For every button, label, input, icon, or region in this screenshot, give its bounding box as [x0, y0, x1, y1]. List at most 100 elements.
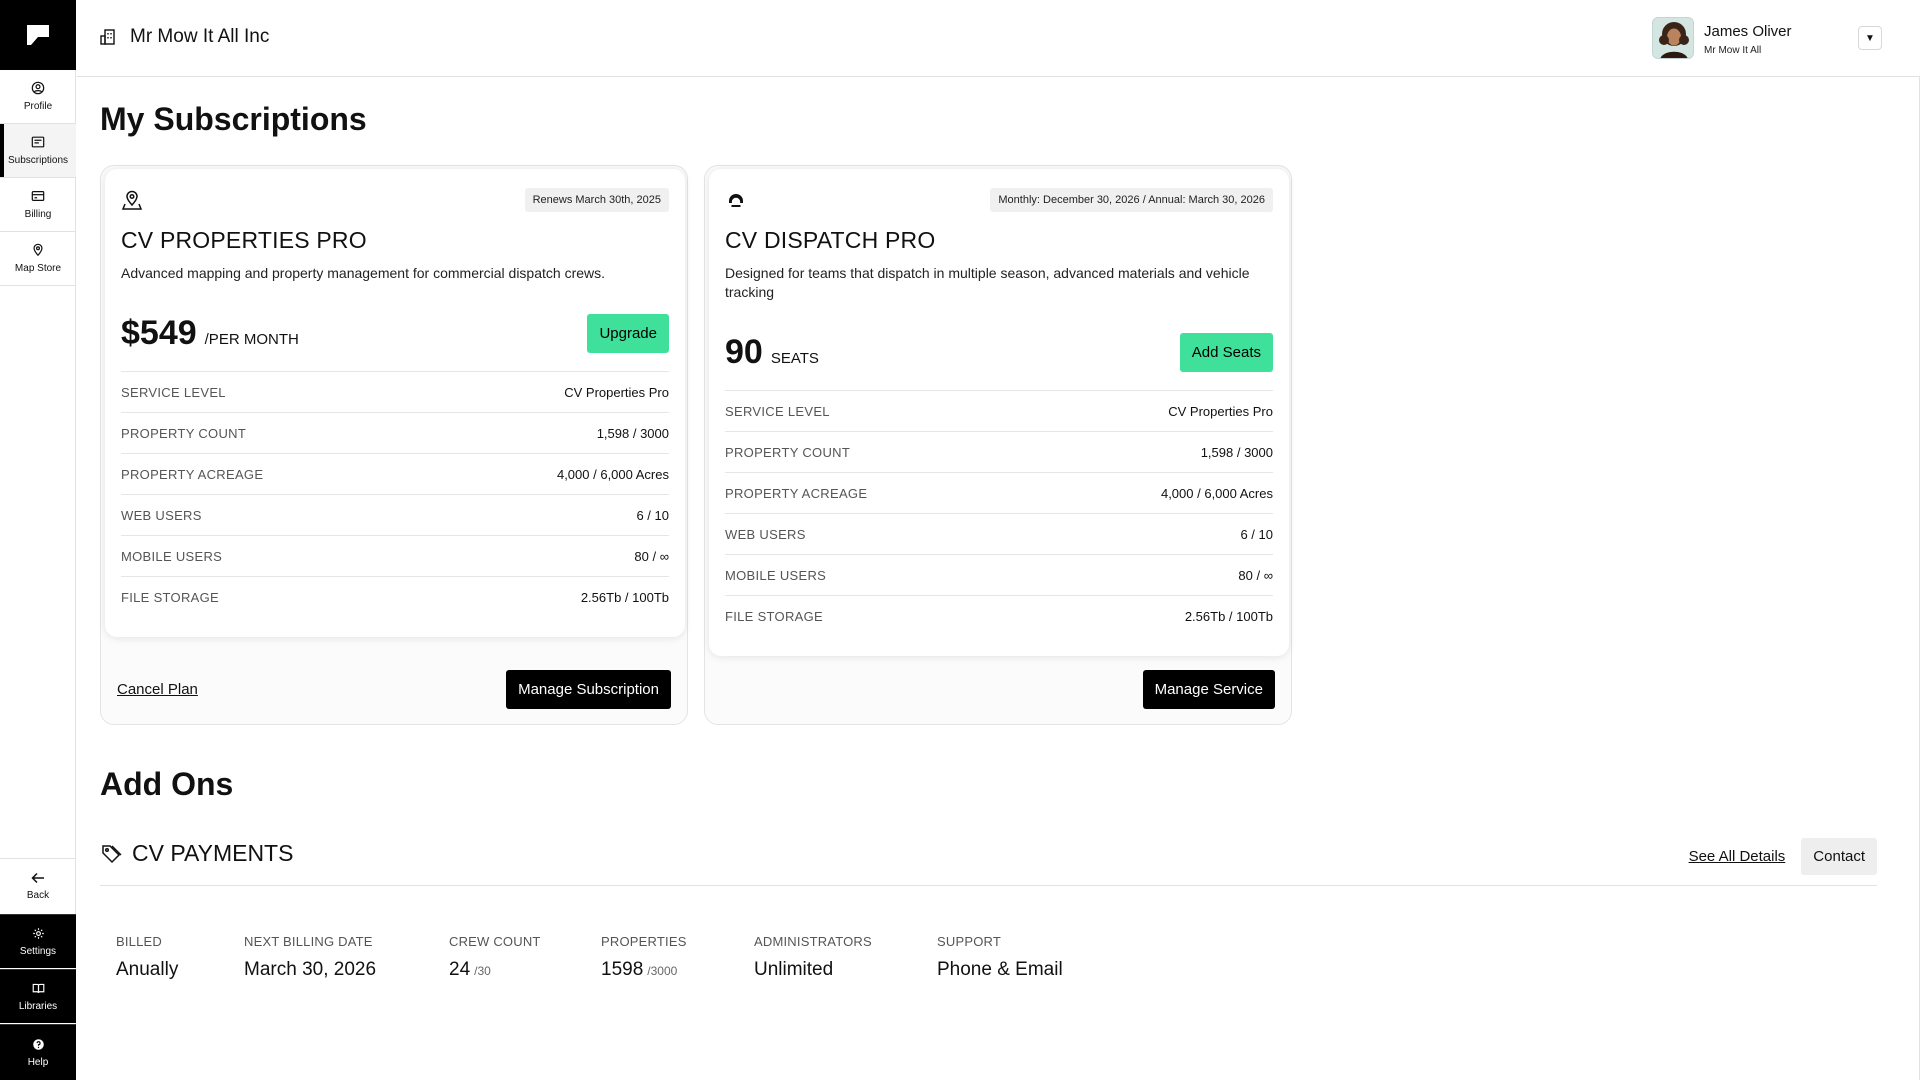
- subscription-title: CV PROPERTIES PRO: [121, 227, 367, 253]
- sidebar-item-label: Help: [27, 1056, 49, 1068]
- contact-button[interactable]: Contact: [1801, 838, 1877, 875]
- spec-key: WEB USERS: [725, 526, 806, 542]
- sidebar-item-subscriptions[interactable]: Subscriptions: [0, 124, 76, 178]
- spec-key: SERVICE LEVEL: [725, 403, 830, 419]
- sidebar-item-billing[interactable]: Billing: [0, 178, 76, 232]
- top-bar: Mr Mow It All Inc James Oliver Mr Mow It…: [77, 0, 1920, 77]
- addons-title: Add Ons: [100, 766, 234, 802]
- spec-value: 6 / 10: [1240, 526, 1273, 542]
- spec-row: FILE STORAGE 2.56Tb / 100Tb: [121, 576, 669, 617]
- spec-key: FILE STORAGE: [725, 608, 823, 624]
- spec-value: 4,000 / 6,000 Acres: [556, 466, 669, 482]
- addon-stat-billed: BILLED Anually: [116, 934, 178, 981]
- spec-key: WEB USERS: [121, 507, 202, 523]
- stat-label: ADMINISTRATORS: [754, 934, 872, 949]
- back-button[interactable]: Back: [0, 858, 76, 914]
- spec-list: SERVICE LEVEL CV Properties Pro PROPERTY …: [121, 371, 669, 617]
- upgrade-button[interactable]: Upgrade: [587, 313, 669, 353]
- subscription-description: Designed for teams that dispatch in mult…: [725, 265, 1250, 300]
- back-label: Back: [26, 890, 50, 901]
- user-menu[interactable]: James Oliver Mr Mow It All ▼: [1652, 17, 1882, 59]
- subscription-card-body: Renews March 30th, 2025 CV PROPERTIES PR…: [105, 169, 685, 637]
- sidebar-item-label: Settings: [19, 945, 57, 957]
- spec-row: SERVICE LEVEL CV Properties Pro: [121, 371, 669, 412]
- spec-value: 2.56Tb / 100Tb: [1184, 608, 1273, 624]
- spec-value: 2.56Tb / 100Tb: [580, 589, 669, 605]
- arrow-left-icon: [31, 872, 44, 884]
- spec-row: PROPERTY COUNT 1,598 / 3000: [725, 431, 1273, 472]
- spec-row: PROPERTY ACREAGE 4,000 / 6,000 Acres: [725, 472, 1273, 513]
- seat-unit: SEATS: [770, 349, 819, 367]
- addon-stat-support: SUPPORT Phone & Email: [937, 934, 1063, 981]
- building-icon: [100, 29, 115, 45]
- stat-value: 24: [449, 959, 471, 980]
- addon-stat-administrators: ADMINISTRATORS Unlimited: [754, 934, 872, 981]
- addon-stat-next-billing: NEXT BILLING DATE March 30, 2026: [244, 934, 376, 981]
- renewal-badge: Renews March 30th, 2025: [524, 188, 669, 212]
- sidebar-item-libraries[interactable]: Libraries: [0, 969, 76, 1023]
- sidebar-item-profile[interactable]: Profile: [0, 70, 76, 124]
- spec-row: FILE STORAGE 2.56Tb / 100Tb: [725, 595, 1273, 636]
- app-logo[interactable]: [0, 0, 76, 70]
- spec-row: PROPERTY COUNT 1,598 / 3000: [121, 412, 669, 453]
- subscription-title: CV DISPATCH PRO: [725, 227, 936, 253]
- spec-row: SERVICE LEVEL CV Properties Pro: [725, 390, 1273, 431]
- stat-label: NEXT BILLING DATE: [244, 934, 373, 949]
- user-name: James Oliver: [1704, 23, 1792, 40]
- spec-value: 4,000 / 6,000 Acres: [1160, 485, 1273, 501]
- spec-value: 1,598 / 3000: [1200, 444, 1273, 460]
- map-pin-icon: [121, 190, 143, 210]
- sidebar: Profile Subscriptions Billing Map Store …: [0, 0, 76, 1080]
- user-dropdown-button[interactable]: ▼: [1858, 26, 1882, 50]
- company-switcher[interactable]: Mr Mow It All Inc: [99, 26, 269, 48]
- dispatch-icon: [729, 194, 743, 207]
- libraries-icon: [32, 983, 44, 993]
- billing-dates-badge: Monthly: December 30, 2026 / Annual: Mar…: [990, 188, 1273, 212]
- addon-name: CV PAYMENTS: [132, 840, 294, 866]
- sidebar-item-settings[interactable]: Settings: [0, 914, 76, 968]
- user-org: Mr Mow It All: [1704, 45, 1762, 56]
- stat-sub: /3000: [647, 964, 678, 978]
- tag-icon: [102, 844, 122, 863]
- subscription-description: Advanced mapping and property management…: [121, 265, 606, 281]
- page-title: My Subscriptions: [100, 101, 367, 137]
- sidebar-item-label: Libraries: [18, 1000, 58, 1012]
- spec-value: CV Properties Pro: [564, 384, 669, 400]
- settings-icon: [32, 927, 44, 939]
- stat-value: Unlimited: [754, 959, 834, 980]
- spec-key: PROPERTY COUNT: [725, 444, 851, 460]
- add-seats-button[interactable]: Add Seats: [1179, 332, 1273, 372]
- avatar[interactable]: [1652, 17, 1694, 59]
- sidebar-item-map-store[interactable]: Map Store: [0, 232, 76, 286]
- sidebar-item-label: Profile: [23, 101, 53, 112]
- spec-list: SERVICE LEVEL CV Properties Pro PROPERTY …: [725, 390, 1273, 636]
- cancel-plan-link[interactable]: Cancel Plan: [117, 681, 198, 698]
- manage-service-button[interactable]: Manage Service: [1142, 669, 1275, 709]
- caret-down-icon: ▼: [1865, 32, 1875, 44]
- sidebar-item-label: Map Store: [14, 263, 62, 274]
- sidebar-item-help[interactable]: Help: [0, 1024, 76, 1080]
- addon-stat-crew-count: CREW COUNT 24/30: [449, 934, 541, 981]
- spec-key: PROPERTY ACREAGE: [725, 485, 868, 501]
- help-icon: [32, 1038, 44, 1050]
- addon-header: CV PAYMENTS See All Details Contact: [100, 838, 1877, 886]
- spec-key: PROPERTY COUNT: [121, 425, 247, 441]
- stat-label: CREW COUNT: [449, 934, 541, 949]
- spec-value: CV Properties Pro: [1168, 403, 1273, 419]
- manage-subscription-button[interactable]: Manage Subscription: [506, 669, 671, 709]
- stat-label: BILLED: [116, 934, 163, 949]
- stat-sub: /30: [474, 964, 491, 978]
- subscriptions-icon: [31, 136, 45, 148]
- spec-row: WEB USERS 6 / 10: [725, 513, 1273, 554]
- subscription-card-dispatch: Monthly: December 30, 2026 / Annual: Mar…: [704, 165, 1292, 725]
- spec-key: MOBILE USERS: [725, 567, 827, 583]
- sidebar-item-label: Billing: [24, 209, 52, 220]
- spec-row: PROPERTY ACREAGE 4,000 / 6,000 Acres: [121, 453, 669, 494]
- spec-key: PROPERTY ACREAGE: [121, 466, 264, 482]
- spec-value: 1,598 / 3000: [596, 425, 669, 441]
- billing-icon: [31, 191, 45, 201]
- stat-value: Anually: [116, 959, 179, 980]
- sidebar-item-label: Subscriptions: [7, 155, 69, 166]
- see-all-details-link[interactable]: See All Details: [1689, 848, 1786, 865]
- avatar-image: [1653, 18, 1693, 58]
